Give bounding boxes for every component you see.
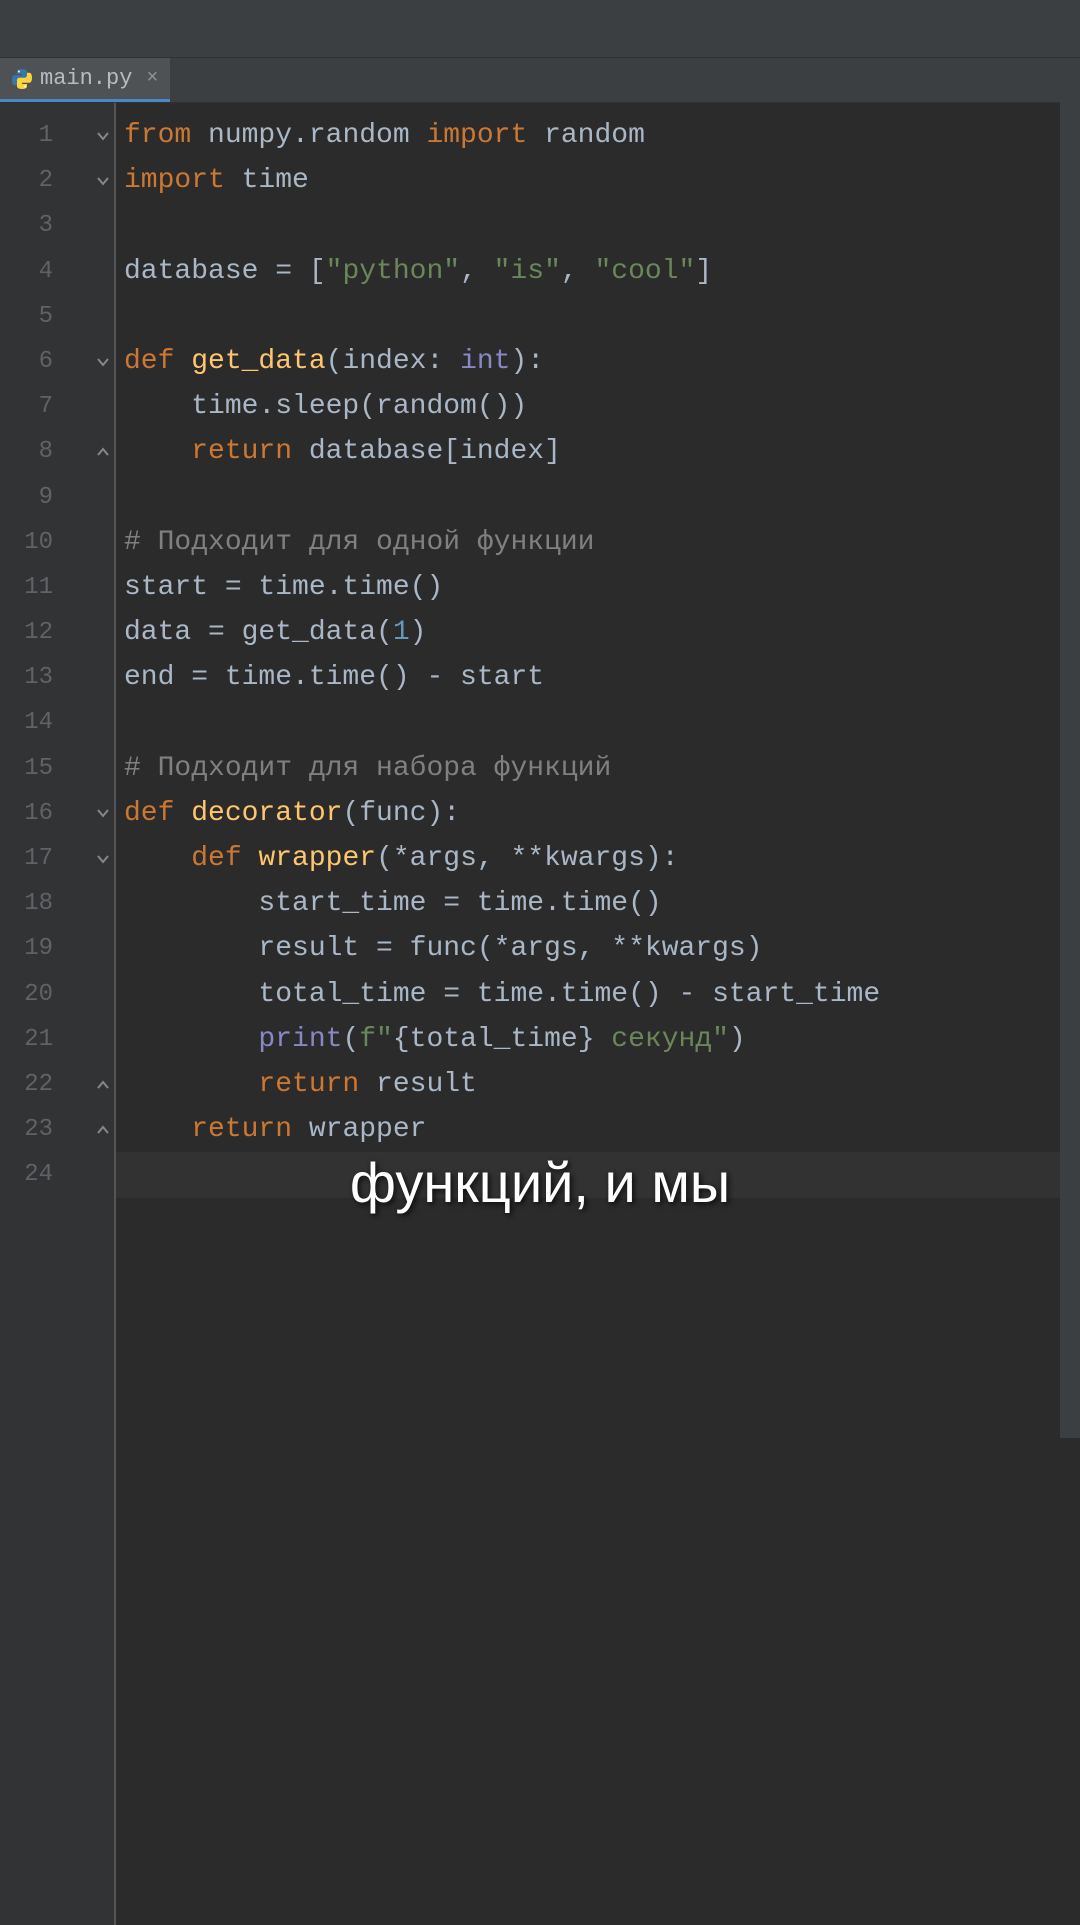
line-number[interactable]: 11 <box>6 565 61 610</box>
fold-marker <box>61 610 114 655</box>
fold-marker <box>61 1017 114 1062</box>
line-number[interactable]: 14 <box>6 700 61 745</box>
line-number[interactable]: 18 <box>6 881 61 926</box>
code-line[interactable] <box>124 700 1080 745</box>
line-number[interactable]: 10 <box>6 520 61 565</box>
code-line[interactable]: import time <box>124 158 1080 203</box>
code-line[interactable]: print(f"{total_time} секунд") <box>124 1017 1080 1062</box>
code-line[interactable]: def decorator(func): <box>124 791 1080 836</box>
code-line[interactable]: end = time.time() - start <box>124 655 1080 700</box>
tab-filename: main.py <box>40 66 132 91</box>
close-icon[interactable]: × <box>140 67 158 90</box>
fold-marker[interactable] <box>61 1062 114 1107</box>
code-line[interactable]: return database[index] <box>124 429 1080 474</box>
line-number[interactable]: 7 <box>6 384 61 429</box>
line-number[interactable]: 19 <box>6 926 61 971</box>
code-editor[interactable]: 123456789101112131415161718192021222324 … <box>0 103 1080 1925</box>
line-number[interactable]: 12 <box>6 610 61 655</box>
fold-gutter[interactable] <box>61 103 116 1925</box>
fold-marker <box>61 475 114 520</box>
code-line[interactable] <box>124 475 1080 520</box>
line-number[interactable]: 23 <box>6 1107 61 1152</box>
line-number-gutter[interactable]: 123456789101112131415161718192021222324 <box>6 103 61 1925</box>
code-line[interactable]: data = get_data(1) <box>124 610 1080 655</box>
code-line[interactable]: start = time.time() <box>124 565 1080 610</box>
code-area[interactable]: from numpy.random import randomimport ti… <box>116 103 1080 1925</box>
fold-marker[interactable] <box>61 339 114 384</box>
line-number[interactable]: 9 <box>6 475 61 520</box>
code-line[interactable] <box>124 203 1080 248</box>
code-line[interactable]: time.sleep(random()) <box>124 384 1080 429</box>
code-line[interactable]: def get_data(index: int): <box>124 339 1080 384</box>
fold-marker <box>61 972 114 1017</box>
line-number[interactable]: 13 <box>6 655 61 700</box>
file-tab-main[interactable]: main.py × <box>0 58 170 102</box>
top-toolbar <box>0 0 1080 58</box>
fold-marker <box>61 520 114 565</box>
fold-marker <box>61 294 114 339</box>
code-line[interactable]: def wrapper(*args, **kwargs): <box>124 836 1080 881</box>
line-number[interactable]: 21 <box>6 1017 61 1062</box>
code-line[interactable]: result = func(*args, **kwargs) <box>124 926 1080 971</box>
line-number[interactable]: 17 <box>6 836 61 881</box>
line-number[interactable]: 4 <box>6 249 61 294</box>
code-line[interactable]: return wrapper <box>124 1107 1080 1152</box>
fold-marker[interactable] <box>61 429 114 474</box>
line-number[interactable]: 3 <box>6 203 61 248</box>
fold-marker <box>61 700 114 745</box>
code-line[interactable]: return result <box>124 1062 1080 1107</box>
code-line[interactable]: from numpy.random import random <box>124 113 1080 158</box>
code-line[interactable]: total_time = time.time() - start_time <box>124 972 1080 1017</box>
line-number[interactable]: 8 <box>6 429 61 474</box>
line-number[interactable]: 15 <box>6 746 61 791</box>
fold-marker <box>61 203 114 248</box>
video-caption-overlay: функций, и мы <box>0 1150 1080 1215</box>
line-number[interactable]: 20 <box>6 972 61 1017</box>
code-line[interactable]: # Подходит для одной функции <box>124 520 1080 565</box>
line-number[interactable]: 16 <box>6 791 61 836</box>
fold-marker <box>61 746 114 791</box>
fold-marker <box>61 926 114 971</box>
vertical-scrollbar[interactable] <box>1060 98 1080 1438</box>
fold-marker[interactable] <box>61 113 114 158</box>
fold-marker <box>61 384 114 429</box>
fold-marker[interactable] <box>61 158 114 203</box>
line-number[interactable]: 6 <box>6 339 61 384</box>
fold-marker[interactable] <box>61 836 114 881</box>
code-line[interactable]: database = ["python", "is", "cool"] <box>124 249 1080 294</box>
code-line[interactable]: start_time = time.time() <box>124 881 1080 926</box>
line-number[interactable]: 22 <box>6 1062 61 1107</box>
fold-marker[interactable] <box>61 791 114 836</box>
line-number[interactable]: 1 <box>6 113 61 158</box>
code-line[interactable]: # Подходит для набора функций <box>124 746 1080 791</box>
code-line[interactable] <box>124 294 1080 339</box>
fold-marker <box>61 655 114 700</box>
tab-bar: main.py × <box>0 58 1080 103</box>
fold-marker <box>61 881 114 926</box>
python-file-icon <box>12 69 32 89</box>
line-number[interactable]: 2 <box>6 158 61 203</box>
fold-marker <box>61 249 114 294</box>
fold-marker <box>61 565 114 610</box>
fold-marker[interactable] <box>61 1107 114 1152</box>
line-number[interactable]: 5 <box>6 294 61 339</box>
